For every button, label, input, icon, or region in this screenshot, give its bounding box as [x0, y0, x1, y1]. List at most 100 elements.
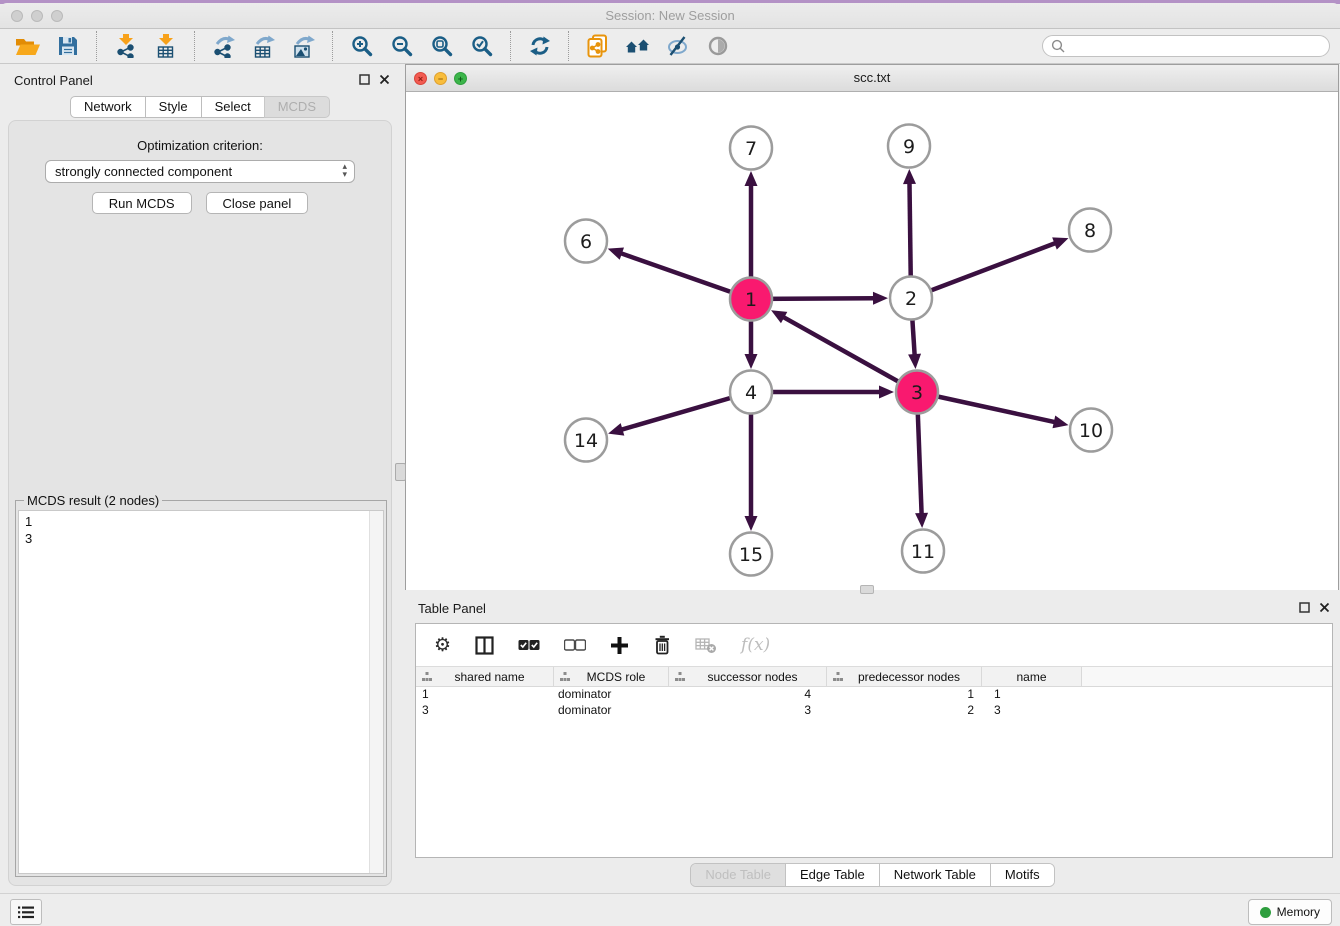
- toolbar-separator: [568, 31, 570, 61]
- mcds-result-title: MCDS result (2 nodes): [24, 493, 162, 508]
- window-title: Session: New Session: [0, 8, 1340, 23]
- table-tabs: Node TableEdge TableNetwork TableMotifs: [690, 863, 1054, 887]
- graph-edge-arrowhead: [1052, 416, 1068, 429]
- graph-node-14[interactable]: 14: [565, 419, 607, 462]
- task-history-button[interactable]: [10, 899, 42, 925]
- graph-node-10[interactable]: 10: [1070, 409, 1112, 452]
- column-header-icon: [675, 672, 685, 681]
- control-tab-mcds[interactable]: MCDS: [264, 96, 330, 118]
- graph-node-15[interactable]: 15: [730, 533, 772, 576]
- column-header-MCDS-role[interactable]: MCDS role: [554, 667, 669, 686]
- graph-node-3[interactable]: 3: [896, 371, 938, 414]
- column-header-name[interactable]: name: [982, 667, 1082, 686]
- table-cell[interactable]: 2: [827, 703, 982, 719]
- column-header-icon: [422, 672, 432, 681]
- table-settings-gear-icon[interactable]: ⚙: [434, 636, 451, 655]
- show-column-icon[interactable]: [475, 636, 494, 655]
- graph-edge-2-8[interactable]: [911, 243, 1056, 298]
- table-row[interactable]: 3dominator323: [416, 703, 1332, 719]
- result-scrollbar[interactable]: [369, 511, 383, 873]
- graph-node-1[interactable]: 1: [730, 278, 772, 321]
- table-cell[interactable]: 1: [416, 687, 554, 703]
- search-input[interactable]: [1065, 37, 1329, 55]
- column-header-shared-name[interactable]: shared name: [416, 667, 554, 686]
- close-panel-button[interactable]: Close panel: [206, 192, 309, 214]
- graph-node-label: 4: [745, 382, 757, 404]
- table-cell[interactable]: 3: [669, 703, 827, 719]
- close-panel-icon[interactable]: [379, 74, 390, 85]
- delete-table-icon: [695, 636, 717, 654]
- table-cell[interactable]: dominator: [554, 703, 669, 719]
- tab-network-table[interactable]: Network Table: [879, 864, 990, 886]
- float-panel-icon[interactable]: [359, 74, 370, 85]
- graph-edge-arrowhead: [1052, 237, 1068, 249]
- zoom-selected-icon[interactable]: [462, 30, 502, 62]
- table-cell[interactable]: dominator: [554, 687, 669, 703]
- tab-node-table[interactable]: Node Table: [691, 864, 785, 886]
- graph-node-label: 9: [903, 136, 915, 158]
- splitter-grip-vertical[interactable]: [395, 463, 406, 481]
- zoom-fit-icon[interactable]: [422, 30, 462, 62]
- column-header-successor-nodes[interactable]: successor nodes: [669, 667, 827, 686]
- export-network-icon[interactable]: [204, 30, 244, 62]
- import-table-icon[interactable]: [146, 30, 186, 62]
- float-table-panel-icon[interactable]: [1299, 602, 1310, 613]
- optimization-criterion-label: Optimization criterion:: [9, 138, 391, 153]
- add-column-icon[interactable]: [610, 636, 629, 655]
- clone-network-icon[interactable]: [578, 30, 618, 62]
- graph-node-4[interactable]: 4: [730, 371, 772, 414]
- graph-node-8[interactable]: 8: [1069, 209, 1111, 252]
- open-file-icon[interactable]: [8, 30, 48, 62]
- search-icon: [1051, 39, 1065, 53]
- table-cell[interactable]: 4: [669, 687, 827, 703]
- deselect-all-checkboxes-icon[interactable]: [564, 639, 586, 651]
- tab-motifs[interactable]: Motifs: [990, 864, 1054, 886]
- hide-graphics-details-icon[interactable]: [658, 30, 698, 62]
- status-bar: Memory: [0, 893, 1340, 926]
- control-tab-network[interactable]: Network: [70, 96, 146, 118]
- control-tab-select[interactable]: Select: [201, 96, 265, 118]
- export-table-icon[interactable]: [244, 30, 284, 62]
- close-table-panel-icon[interactable]: [1319, 602, 1330, 613]
- table-row[interactable]: 1dominator411: [416, 687, 1332, 703]
- first-neighbors-icon[interactable]: [618, 30, 658, 62]
- tab-edge-table[interactable]: Edge Table: [785, 864, 879, 886]
- table-cell[interactable]: 3: [982, 703, 1082, 719]
- table-cell[interactable]: 1: [827, 687, 982, 703]
- graph-node-2[interactable]: 2: [890, 277, 932, 320]
- network-canvas[interactable]: 7 9 6 8 1 2 4 3 14 10 15 11: [406, 92, 1338, 590]
- graph-node-label: 2: [905, 288, 917, 310]
- delete-column-trash-icon[interactable]: [653, 635, 671, 655]
- graph-edge-arrowhead: [908, 354, 921, 369]
- column-header-predecessor-nodes[interactable]: predecessor nodes: [827, 667, 982, 686]
- function-builder-icon: f(x): [741, 635, 770, 655]
- import-network-icon[interactable]: [106, 30, 146, 62]
- graph-node-9[interactable]: 9: [888, 125, 930, 168]
- table-cell[interactable]: 3: [416, 703, 554, 719]
- splitter-grip-horizontal[interactable]: [860, 585, 874, 594]
- graph-node-6[interactable]: 6: [565, 220, 607, 263]
- run-mcds-button[interactable]: Run MCDS: [92, 192, 192, 214]
- export-image-icon[interactable]: [284, 30, 324, 62]
- criterion-select[interactable]: strongly connected component ▴▾: [45, 160, 355, 183]
- main-toolbar: [0, 29, 1340, 64]
- memory-button[interactable]: Memory: [1248, 899, 1332, 925]
- mcds-result-area[interactable]: 13: [18, 510, 384, 874]
- graph-node-label: 15: [739, 544, 763, 566]
- search-field[interactable]: [1042, 35, 1330, 57]
- select-all-checkboxes-icon[interactable]: [518, 639, 540, 651]
- graph-edge-arrowhead: [745, 354, 758, 369]
- mcds-result-box: MCDS result (2 nodes) 13: [15, 493, 387, 877]
- show-graphics-details-icon[interactable]: [698, 30, 738, 62]
- refresh-layout-icon[interactable]: [520, 30, 560, 62]
- zoom-in-icon[interactable]: [342, 30, 382, 62]
- zoom-out-icon[interactable]: [382, 30, 422, 62]
- control-tab-style[interactable]: Style: [145, 96, 202, 118]
- table-cell[interactable]: 1: [982, 687, 1082, 703]
- toolbar-separator: [194, 31, 196, 61]
- graph-node-7[interactable]: 7: [730, 127, 772, 170]
- network-window-titlebar[interactable]: × − + scc.txt: [406, 65, 1338, 92]
- graph-edge-3-1[interactable]: [782, 317, 917, 392]
- graph-node-11[interactable]: 11: [902, 530, 944, 573]
- save-session-icon[interactable]: [48, 30, 88, 62]
